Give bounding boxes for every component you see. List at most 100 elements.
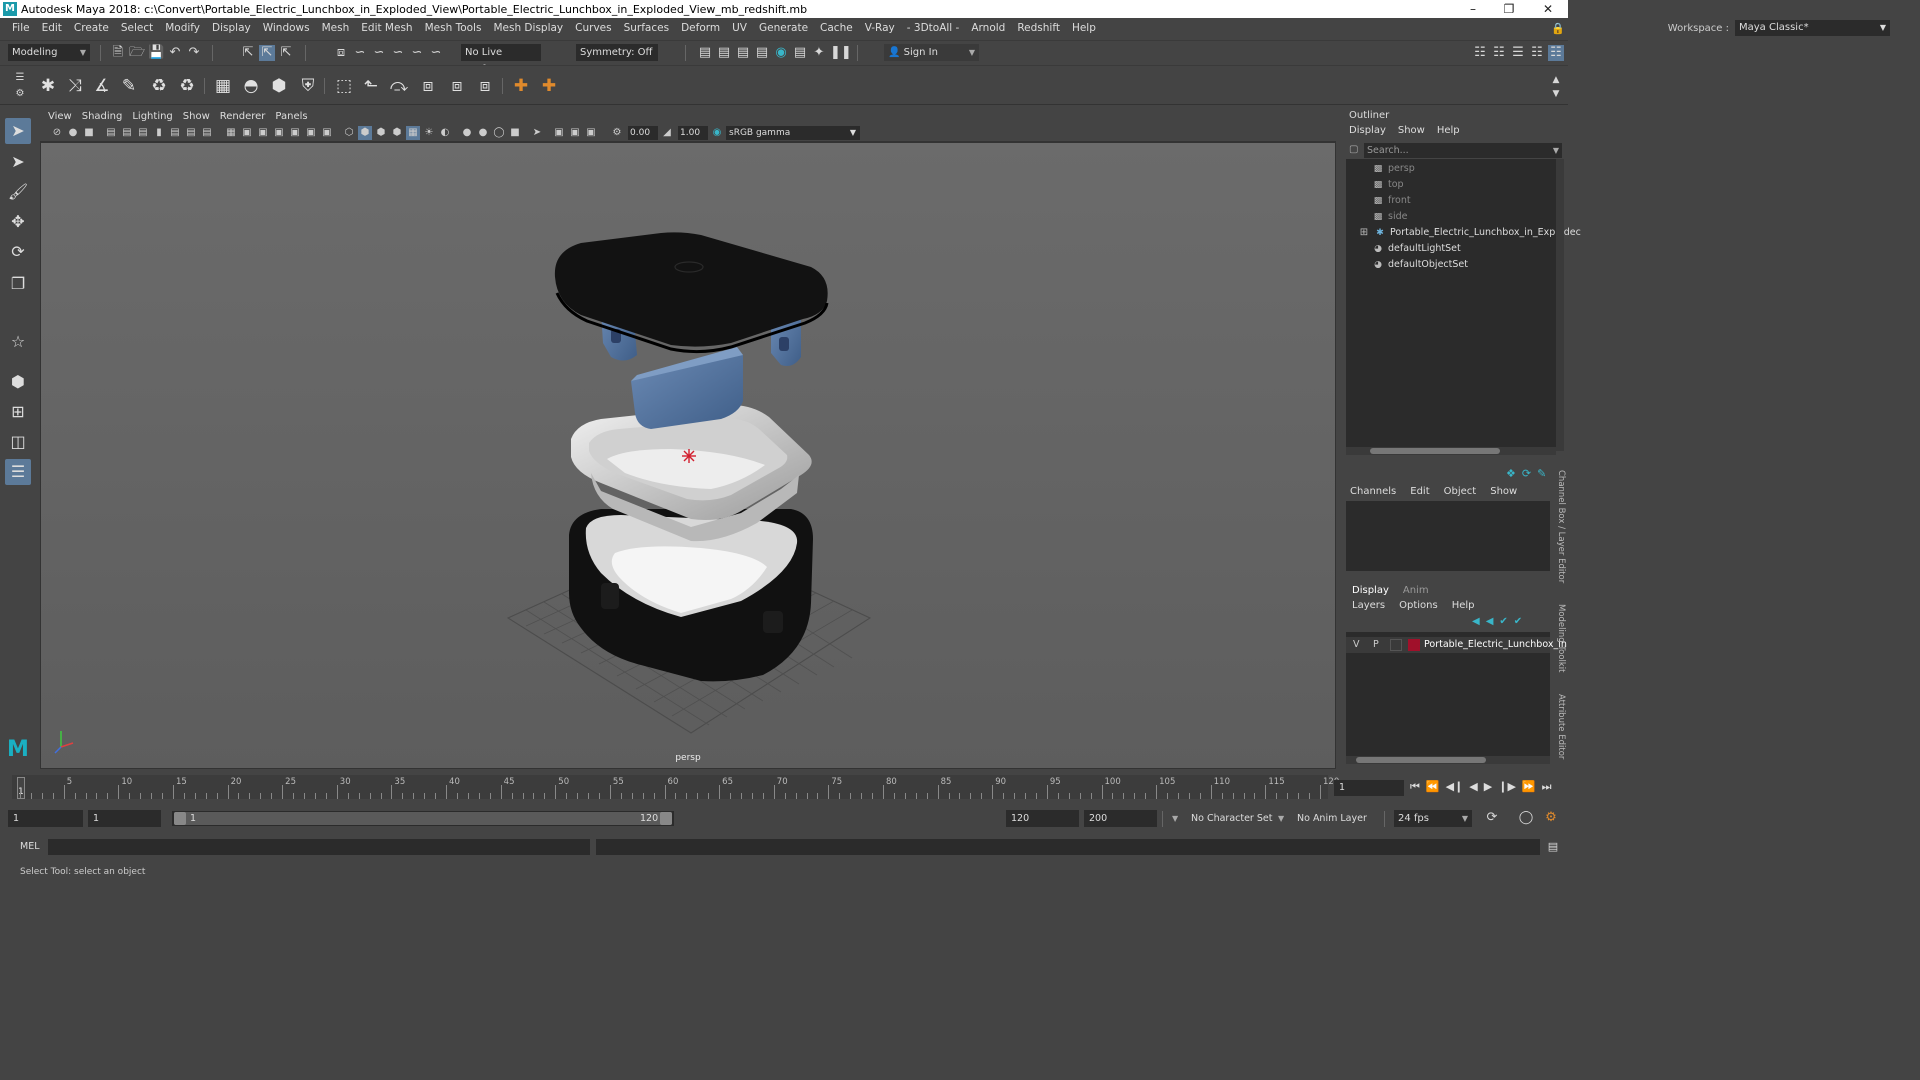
lock-icon[interactable]: 🔒 <box>1551 22 1565 36</box>
play-backward-icon[interactable]: ◀ <box>1469 780 1477 794</box>
gate-mask-icon[interactable]: ▤ <box>200 126 214 140</box>
camera-lock-icon[interactable]: ▮ <box>152 126 166 140</box>
motion-blur-icon[interactable]: ● <box>476 126 490 140</box>
append-polygon-icon[interactable]: ⧈ <box>417 75 439 97</box>
command-input[interactable] <box>48 839 590 855</box>
animation-start-field[interactable]: 1 <box>8 810 83 827</box>
tab-display[interactable]: Display <box>1352 585 1389 596</box>
shelf-menu-icon[interactable]: ☰ <box>12 70 28 86</box>
snap-pivot-icon[interactable]: ✚ <box>538 75 560 97</box>
select-tool-icon[interactable]: ➤ <box>5 118 31 144</box>
menu-create[interactable]: Create <box>68 22 115 34</box>
bookmark-icon[interactable]: ■ <box>82 126 96 140</box>
camera-attributes-icon[interactable]: ● <box>66 126 80 140</box>
move-layer-down-icon[interactable]: ◀ <box>1486 616 1494 627</box>
redo-icon[interactable]: ↷ <box>186 45 202 61</box>
nurbs-sphere-icon[interactable]: ◓ <box>240 75 262 97</box>
range-end-handle[interactable] <box>660 812 672 825</box>
list-item[interactable]: ⊞ ✱ Portable_Electric_Lunchbox_in_Explodec <box>1358 225 1581 241</box>
current-frame-field[interactable]: 1 <box>1334 780 1404 796</box>
playback-start-field[interactable]: 1 <box>88 810 161 827</box>
go-to-start-icon[interactable]: ⏮ <box>1410 780 1420 794</box>
target-weld-icon[interactable]: ⧈ <box>474 75 496 97</box>
new-layer-selected-icon[interactable]: ✔ <box>1514 616 1522 627</box>
open-scene-icon[interactable]: 🗁 <box>129 45 145 61</box>
auto-key-icon[interactable]: ◯ <box>1518 810 1534 826</box>
render-settings-icon[interactable]: ▤ <box>754 45 770 61</box>
time-slider[interactable]: 1 5 10 15 20 25 30 35 40 45 50 55 60 65 70 75 80 85 90 95 1… <box>0 772 1568 802</box>
fps-dropdown[interactable]: 24 fps ▼ <box>1394 810 1472 827</box>
poly-sphere-icon[interactable]: ⛨ <box>297 75 319 97</box>
workspace-dropdown[interactable]: Maya Classic* ▼ <box>1735 20 1890 36</box>
vp-menu-view[interactable]: View <box>46 109 80 124</box>
outliner-hscrollbar[interactable] <box>1346 447 1556 455</box>
nurbs-asterisk-icon[interactable]: ✱ <box>37 75 59 97</box>
depth-of-field-icon[interactable]: ■ <box>508 126 522 140</box>
minimize-icon[interactable]: – <box>1455 0 1491 18</box>
list-item[interactable]: ◕ defaultObjectSet <box>1372 257 1468 273</box>
field-chart-icon[interactable]: ▣ <box>272 126 286 140</box>
vp-menu-lighting[interactable]: Lighting <box>130 109 180 124</box>
nurbs-cube-icon[interactable]: ▦ <box>212 75 234 97</box>
layer-menu-help[interactable]: Help <box>1452 600 1475 611</box>
last-tool-icon[interactable]: ☆ <box>5 329 31 355</box>
resolution-gate-icon[interactable]: ▤ <box>184 126 198 140</box>
lasso-tool-icon[interactable]: ➤ <box>5 149 31 175</box>
scroll-thumb[interactable] <box>1370 448 1500 454</box>
redshift-render-icon[interactable]: ✦ <box>811 45 827 61</box>
menu-uv[interactable]: UV <box>726 22 753 34</box>
menu-3dtoall[interactable]: - 3DtoAll - <box>901 22 966 34</box>
time-slider-track[interactable]: 1 5 10 15 20 25 30 35 40 45 50 55 60 65 70 75 80 85 90 95 1… <box>12 775 1339 799</box>
menu-redshift[interactable]: Redshift <box>1011 22 1066 34</box>
backface-icon[interactable]: ▣ <box>584 126 598 140</box>
tab-anim[interactable]: Anim <box>1403 585 1429 596</box>
pause-icon[interactable]: ❚❚ <box>830 45 852 61</box>
outliner-menu-help[interactable]: Help <box>1437 125 1460 136</box>
script-language-label[interactable]: MEL <box>20 841 40 852</box>
snap-grid-icon[interactable]: ⧈ <box>333 45 349 61</box>
two-view-layout-icon[interactable]: ◫ <box>5 429 31 455</box>
menu-modify[interactable]: Modify <box>159 22 206 34</box>
playback-end-field[interactable]: 120 <box>1006 810 1079 827</box>
range-start-handle[interactable] <box>174 812 186 825</box>
rotate-tool-icon[interactable]: ⟳ <box>5 239 31 265</box>
list-item[interactable]: ▩ side <box>1372 209 1408 225</box>
animation-end-field[interactable]: 200 <box>1084 810 1157 827</box>
textured-icon[interactable]: ⬢ <box>390 126 404 140</box>
ik-handle-icon[interactable]: ♻ <box>176 75 198 97</box>
script-editor-icon[interactable]: ▤ <box>1545 839 1561 855</box>
save-scene-icon[interactable]: 💾 <box>148 45 164 61</box>
shelf-scroll-down-icon[interactable]: ▼ <box>1548 86 1564 102</box>
menu-display[interactable]: Display <box>206 22 257 34</box>
vp-menu-panels[interactable]: Panels <box>273 109 315 124</box>
menu-vray[interactable]: V-Ray <box>859 22 901 34</box>
step-back-key-icon[interactable]: ⏪ <box>1426 780 1440 794</box>
layer-hscrollbar[interactable] <box>1346 756 1550 764</box>
poly-cube-icon[interactable]: ⬢ <box>268 75 290 97</box>
grease-pencil-icon[interactable]: ▤ <box>136 126 150 140</box>
channel-key-icon[interactable]: ❖ <box>1506 467 1516 480</box>
channel-edit-icon[interactable]: ✎ <box>1537 467 1546 480</box>
layer-menu-layers[interactable]: Layers <box>1352 600 1385 611</box>
tool-settings-icon[interactable]: ☰ <box>1510 45 1526 61</box>
menu-generate[interactable]: Generate <box>753 22 814 34</box>
channelbox-menu-object[interactable]: Object <box>1444 486 1477 497</box>
range-bar-handle[interactable] <box>174 812 672 825</box>
expand-icon[interactable]: ⊞ <box>1358 225 1370 241</box>
heads-up-icon[interactable]: ▣ <box>288 126 302 140</box>
menu-edit-mesh[interactable]: Edit Mesh <box>355 22 418 34</box>
layer-color-swatch[interactable] <box>1408 639 1420 651</box>
color-space-dropdown[interactable]: sRGB gamma ▼ <box>726 126 860 140</box>
xray-joints-icon[interactable]: ▣ <box>552 126 566 140</box>
snap-live-icon[interactable]: ∽ <box>409 45 425 61</box>
grid-toggle-icon[interactable]: ▦ <box>224 126 238 140</box>
color-management-icon[interactable]: ◉ <box>710 126 724 140</box>
menu-file[interactable]: File <box>6 22 36 34</box>
play-forward-icon[interactable]: ▶ <box>1484 780 1492 794</box>
maximize-icon[interactable]: ❐ <box>1491 0 1527 18</box>
vp-menu-show[interactable]: Show <box>181 109 218 124</box>
frame-selection-icon[interactable]: ▣ <box>320 126 334 140</box>
menu-curves[interactable]: Curves <box>569 22 617 34</box>
snap-magnet-icon[interactable]: ∽ <box>428 45 444 61</box>
xray-icon[interactable]: ▦ <box>406 126 420 140</box>
